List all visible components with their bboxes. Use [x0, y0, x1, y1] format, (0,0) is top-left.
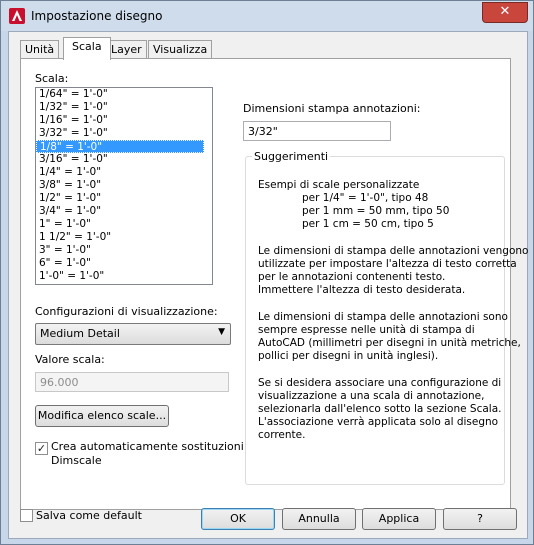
scale-list-item[interactable]: 1/32" = 1'-0"	[36, 101, 212, 114]
config-label: Configurazioni di visualizzazione:	[35, 305, 218, 318]
modify-scale-list-button[interactable]: Modifica elenco scale...	[35, 405, 169, 427]
apply-button[interactable]: Applica	[362, 508, 436, 530]
scale-list-item[interactable]: 3/4" = 1'-0"	[36, 205, 212, 218]
hint-line: utilizzate per impostare l'altezza di te…	[258, 258, 517, 270]
hint-line: Immettere l'altezza di testo desiderata.	[258, 284, 466, 296]
annotation-size-label: Dimensioni stampa annotazioni:	[243, 102, 421, 115]
auto-create-checkbox[interactable]: ✓	[35, 442, 48, 455]
tab-layer[interactable]: Layer	[106, 40, 147, 59]
hint-line: pollici per disegni in unità inglesi).	[258, 350, 439, 362]
hint-line: AutoCAD (millimetri per disegni in unità…	[258, 337, 521, 349]
annotation-size-input[interactable]: 3/32"	[243, 121, 391, 141]
hint-line: per 1/4" = 1'-0", tipo 48	[302, 192, 429, 204]
hints-title: Suggerimenti	[252, 150, 331, 163]
hint-line: L'associazione verrà applicata solo al d…	[258, 416, 499, 428]
hint-line: Se si desidera associare una configurazi…	[258, 377, 502, 389]
tab-scala[interactable]: Scala	[63, 37, 111, 60]
scale-list-item[interactable]: 1/4" = 1'-0"	[36, 166, 212, 179]
cancel-button[interactable]: Annulla	[282, 508, 356, 530]
ok-button[interactable]: OK	[201, 508, 275, 530]
tab-visualizza[interactable]: Visualizza	[148, 40, 213, 59]
hint-line: per le annotazioni contenenti testo.	[258, 271, 446, 283]
scale-list-item[interactable]: 1/64" = 1'-0"	[36, 88, 212, 101]
scale-list-item[interactable]: 1" = 1'-0"	[36, 218, 212, 231]
auto-create-label: Crea automaticamente sostituzioni	[51, 440, 244, 453]
scale-list-item[interactable]: 3/16" = 1'-0"	[36, 153, 212, 166]
checkmark-icon: ✓	[36, 442, 47, 455]
dialog-window: Impostazione disegno ✕ Unità Scala Layer…	[0, 0, 534, 545]
save-default-checkbox[interactable]	[20, 509, 33, 522]
config-select-value: Medium Detail	[40, 327, 120, 340]
scale-list-item[interactable]: 3/8" = 1'-0"	[36, 179, 212, 192]
hint-line: per 1 mm = 50 mm, tipo 50	[302, 205, 450, 217]
scale-list-item[interactable]: 6" = 1'-0"	[36, 257, 212, 270]
scale-list-item[interactable]: 1 1/2" = 1'-0"	[36, 231, 212, 244]
hint-line: sempre espresse nelle unità di stampa di	[258, 324, 475, 336]
hint-line: corrente.	[258, 429, 306, 441]
hint-line: Le dimensioni di stampa delle annotazion…	[258, 245, 529, 257]
scale-tab-panel: Scala: 1/64" = 1'-0" 1/32" = 1'-0" 1/16" =…	[20, 58, 528, 510]
scale-list-item[interactable]: 1/8" = 1'-0"	[36, 140, 204, 153]
scale-list-items: 1/64" = 1'-0" 1/32" = 1'-0" 1/16" = 1'-0" 3…	[36, 88, 212, 283]
save-default-label: Salva come default	[36, 509, 142, 522]
scale-list-item[interactable]: 3/32" = 1'-0"	[36, 127, 212, 140]
config-select[interactable]: Medium Detail ▼	[35, 323, 231, 345]
scale-value-text: 96.000	[40, 376, 79, 389]
close-button[interactable]: ✕	[482, 2, 528, 23]
scale-list[interactable]: 1/64" = 1'-0" 1/32" = 1'-0" 1/16" = 1'-0" 3…	[35, 87, 213, 285]
hint-line: per 1 cm = 50 cm, tipo 5	[302, 218, 434, 230]
scale-value-label: Valore scala:	[35, 353, 105, 366]
dialog-client: Unità Scala Layer Visualizza Scala: 1/64…	[8, 31, 528, 539]
scale-list-item[interactable]: 3" = 1'-0"	[36, 244, 212, 257]
hint-line: Esempi di scale personalizzate	[258, 179, 420, 191]
tab-unita[interactable]: Unità	[20, 40, 60, 59]
hint-line: visualizzazione a una scala di annotazio…	[258, 390, 485, 402]
window-title: Impostazione disegno	[31, 9, 163, 23]
annotation-size-value: 3/32"	[248, 125, 278, 138]
chevron-down-icon: ▼	[218, 327, 225, 337]
scale-list-item[interactable]: 1'-0" = 1'-0"	[36, 270, 212, 283]
autocad-logo-icon	[9, 8, 25, 24]
scale-list-item[interactable]: 1/2" = 1'-0"	[36, 192, 212, 205]
scale-value-field: 96.000	[35, 372, 229, 392]
auto-create-label-2: Dimscale	[51, 454, 102, 467]
scale-label: Scala:	[35, 72, 69, 85]
hint-line: Le dimensioni di stampa delle annotazion…	[258, 311, 508, 323]
help-button[interactable]: ?	[443, 508, 517, 530]
hints-group: Suggerimenti Esempi di scale personalizz…	[245, 150, 528, 485]
hint-line: selezionarla dall'elenco sotto la sezion…	[258, 403, 502, 415]
title-bar[interactable]: Impostazione disegno ✕	[1, 1, 533, 31]
scale-list-item[interactable]: 1/16" = 1'-0"	[36, 114, 212, 127]
